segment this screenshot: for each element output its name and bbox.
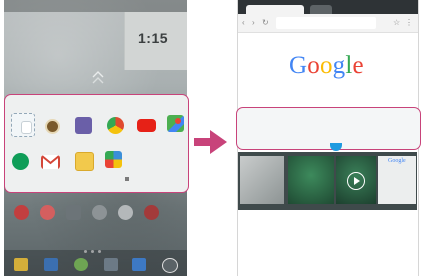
mini-google-logo: Google (388, 158, 406, 164)
clock-time: 1:15 (138, 30, 169, 46)
window-preview-icon (21, 121, 32, 134)
youtube-icon[interactable] (137, 119, 156, 132)
video-thumbnail[interactable] (288, 156, 334, 204)
bookmark-icon[interactable]: ☆ (393, 18, 400, 28)
swipe-up-hint-icon (92, 71, 104, 84)
dual-window-app-panel (4, 94, 189, 193)
hangouts-icon[interactable] (12, 153, 29, 170)
messages-app-icon[interactable] (66, 205, 81, 220)
browser-app-icon[interactable] (44, 258, 58, 271)
gallery-dock-icon[interactable] (104, 258, 118, 271)
transition-arrow-icon (194, 130, 227, 154)
camera-dock-icon[interactable] (132, 258, 146, 271)
chrome-dock-icon[interactable] (74, 258, 88, 271)
play-icon[interactable] (347, 172, 365, 190)
menu-icon[interactable]: ⋮ (405, 18, 413, 28)
contacts-app-icon[interactable] (40, 205, 55, 220)
reload-icon[interactable]: ↻ (262, 18, 269, 28)
gallery-icon[interactable] (75, 117, 92, 134)
split-control-panel (236, 107, 421, 150)
music-app-icon[interactable] (144, 205, 159, 220)
memo-icon[interactable] (75, 152, 94, 171)
people-app-icon[interactable] (92, 205, 107, 220)
photos-icon[interactable] (105, 151, 122, 168)
gmail-icon[interactable] (41, 155, 60, 169)
apps-drawer-icon[interactable] (162, 258, 178, 273)
browser-tab[interactable] (246, 5, 304, 14)
video-thumbnail[interactable] (240, 156, 284, 204)
camera-icon[interactable] (45, 119, 60, 134)
chrome-icon[interactable] (107, 117, 124, 134)
bottom-dock (4, 250, 187, 276)
maps-icon[interactable] (167, 115, 184, 132)
more-indicator-icon (125, 177, 129, 181)
forward-icon[interactable]: › (252, 18, 255, 28)
back-icon[interactable]: ‹ (242, 18, 245, 28)
notes-app-icon[interactable] (14, 258, 28, 271)
status-bar (4, 0, 187, 12)
url-bar[interactable] (276, 17, 376, 29)
google-logo: Google (289, 52, 364, 79)
settings-app-icon[interactable] (118, 205, 133, 220)
phone-app-icon[interactable] (14, 205, 29, 220)
new-tab-button[interactable] (310, 5, 332, 14)
